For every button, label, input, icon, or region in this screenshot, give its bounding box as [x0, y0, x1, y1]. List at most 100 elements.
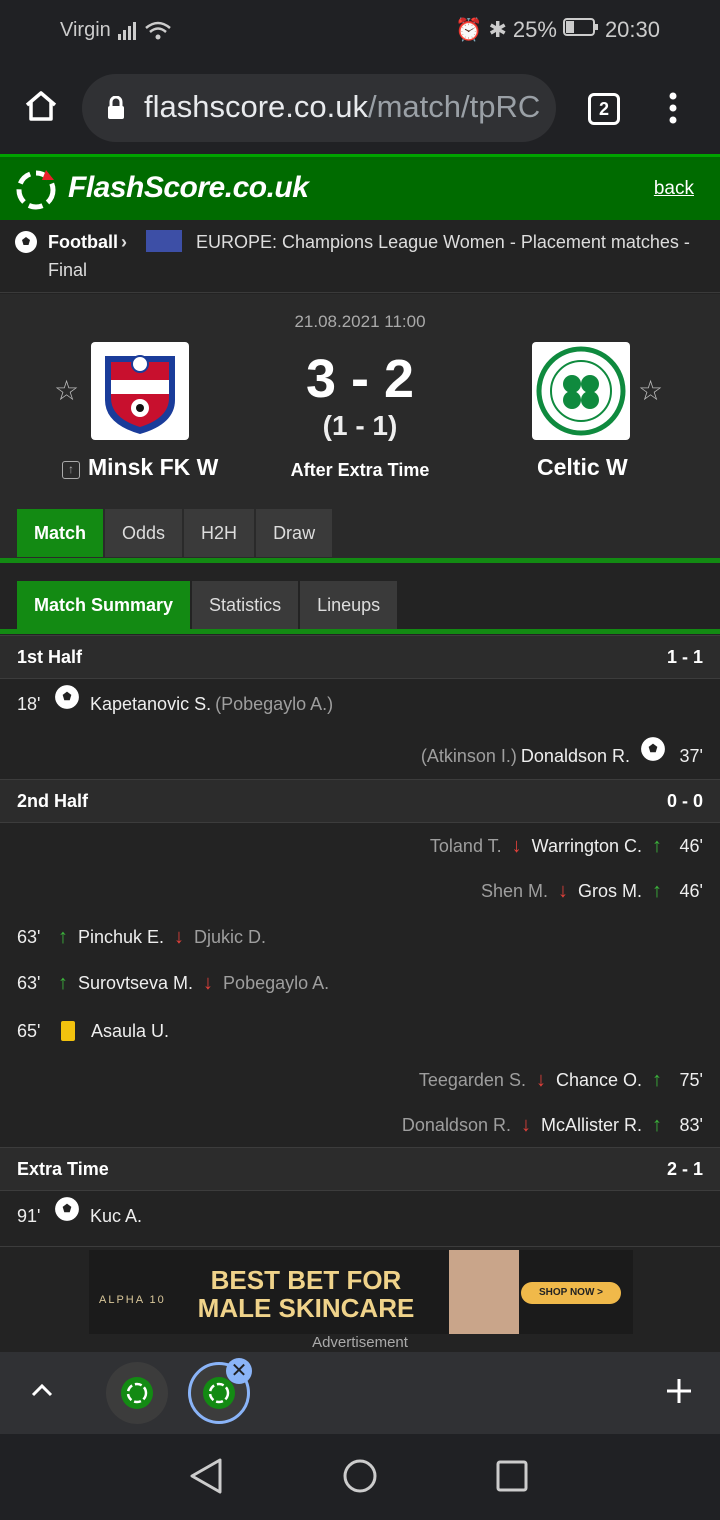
tab-thumbnail[interactable] [106, 1362, 168, 1424]
tab-switcher-button[interactable]: 2 [588, 93, 620, 125]
away-team-logo[interactable] [532, 342, 630, 440]
event-row-substitution: 63' ↑ Surovtseva M. ↓ Pobegaylo A. [0, 961, 720, 1005]
favorite-away-star-icon[interactable]: ☆ [638, 374, 663, 407]
chevron-right-icon: › [121, 232, 127, 252]
more-menu-icon[interactable] [668, 92, 678, 129]
match-tabs: Match Odds H2H Draw [17, 509, 333, 557]
tab-odds[interactable]: Odds [105, 509, 183, 557]
goal-ball-icon [640, 734, 666, 778]
event-row-substitution: Shen M. ↓ Gros M. ↑ 46' [0, 869, 720, 913]
away-team-name[interactable]: Celtic W [537, 454, 628, 481]
sub-out-player[interactable]: Toland T. [430, 824, 502, 868]
event-assist[interactable]: (Pobegaylo A.) [215, 682, 333, 726]
event-player[interactable]: Kapetanovic S. [90, 682, 211, 726]
section-header: 1st Half 1 - 1 [0, 635, 720, 679]
ad-model-image [449, 1250, 519, 1334]
advertisement-label: Advertisement [312, 1334, 408, 1351]
sub-in-player[interactable]: Pinchuk E. [78, 915, 164, 959]
tab-h2h[interactable]: H2H [184, 509, 255, 557]
breadcrumb: EUROPE: Champions League Women - Placeme… [0, 220, 720, 293]
event-minute: 63' [17, 927, 41, 947]
sub-in-player[interactable]: McAllister R. [541, 1103, 642, 1147]
event-minute: 91' [17, 1206, 41, 1226]
event-minute: 18' [17, 694, 41, 714]
europe-flag-icon [146, 230, 182, 252]
arrow-down-icon: ↓ [535, 1069, 546, 1091]
sub-in-player[interactable]: Chance O. [556, 1058, 642, 1102]
back-link[interactable]: back [654, 178, 694, 200]
event-row-yellow-card: 65' Asaula U. [0, 1009, 720, 1053]
sub-out-player[interactable]: Shen M. [481, 869, 548, 913]
sub-out-player[interactable]: Pobegaylo A. [223, 961, 329, 1005]
arrow-down-icon: ↓ [174, 926, 185, 948]
event-player[interactable]: Asaula U. [91, 1009, 169, 1053]
sub-in-player[interactable]: Warrington C. [532, 824, 642, 868]
goal-ball-icon [54, 682, 80, 726]
sub-in-player[interactable]: Gros M. [578, 869, 642, 913]
browser-tab-strip: ✕ [0, 1352, 720, 1434]
lock-icon [106, 95, 126, 125]
advertisement-banner[interactable]: ALPHA 10 BEST BET FOR MALE SKINCARE SHOP … [89, 1250, 633, 1334]
arrow-down-icon: ↓ [557, 880, 568, 902]
event-row-goal: 18' Kapetanovic S. (Pobegaylo A.) [0, 682, 720, 726]
tab-match[interactable]: Match [17, 509, 104, 557]
tabs-underline [0, 558, 720, 563]
section-score: 1 - 1 [666, 647, 703, 667]
event-player[interactable]: Kuc A. [90, 1194, 142, 1238]
ad-headline-1: BEST BET FOR [210, 1265, 402, 1295]
event-minute: 83' [679, 1115, 703, 1135]
status-bar: Virgin ⏰ ✱ 25% 20:30 [0, 0, 720, 62]
sub-out-player[interactable]: Djukic D. [194, 915, 266, 959]
section-header: Extra Time 2 - 1 [0, 1147, 720, 1191]
summary-subtabs: Match Summary Statistics Lineups [17, 581, 398, 629]
nav-home-icon[interactable] [342, 1458, 378, 1499]
url-path: /match/tpRC [368, 89, 541, 124]
clock: 20:30 [604, 17, 660, 42]
subtabs-underline [0, 629, 720, 634]
sport-link[interactable]: Football [48, 228, 118, 256]
section-title: 2nd Half [17, 791, 89, 811]
yellow-card-icon [61, 1021, 75, 1041]
chevron-up-icon[interactable] [30, 1382, 54, 1403]
event-minute: 75' [679, 1070, 703, 1090]
event-row-substitution: Teegarden S. ↓ Chance O. ↑ 75' [0, 1058, 720, 1102]
ad-shop-now-button[interactable]: SHOP NOW > [521, 1282, 621, 1304]
ad-headline-2: MALE SKINCARE [197, 1293, 415, 1323]
system-navigation-bar [0, 1434, 720, 1520]
arrow-up-icon: ↑ [652, 1114, 662, 1136]
arrow-down-icon: ↓ [520, 1114, 531, 1136]
event-player[interactable]: Donaldson R. [521, 734, 630, 778]
tab-statistics[interactable]: Statistics [192, 581, 299, 629]
new-tab-plus-icon[interactable] [664, 1376, 694, 1411]
sub-out-player[interactable]: Donaldson R. [402, 1103, 511, 1147]
flashscore-logo-icon[interactable] [14, 168, 60, 217]
sub-in-player[interactable]: Surovtseva M. [78, 961, 193, 1005]
event-row-goal: (Atkinson I.) Donaldson R. 37' [0, 734, 720, 778]
site-logo-text[interactable]: FlashScore.co.uk [68, 171, 309, 205]
battery-percent: 25% [512, 17, 557, 42]
close-tab-icon[interactable]: ✕ [226, 1358, 252, 1384]
ad-brand: ALPHA 10 [99, 1294, 166, 1306]
arrow-up-icon: ↑ [652, 1069, 662, 1091]
tab-lineups[interactable]: Lineups [300, 581, 398, 629]
nav-recents-icon[interactable] [496, 1460, 528, 1497]
address-bar[interactable]: flashscore.co.uk/match/tpRC [82, 74, 556, 142]
arrow-up-icon: ↑ [652, 835, 662, 857]
arrow-up-icon: ↑ [58, 926, 68, 948]
event-minute: 46' [679, 881, 703, 901]
arrow-down-icon: ↓ [203, 972, 214, 994]
event-minute: 63' [17, 973, 41, 993]
section-score: 2 - 1 [666, 1159, 703, 1179]
event-assist[interactable]: (Atkinson I.) [421, 734, 517, 778]
tab-draw[interactable]: Draw [256, 509, 333, 557]
home-icon[interactable] [24, 90, 58, 127]
nav-back-icon[interactable] [188, 1456, 224, 1501]
site-header: FlashScore.co.uk back [0, 154, 720, 220]
section-score: 0 - 0 [666, 791, 703, 811]
alarm-icon: ⏰ [455, 17, 483, 42]
tab-match-summary[interactable]: Match Summary [17, 581, 191, 629]
event-minute: 37' [679, 746, 703, 766]
arrow-up-icon: ↑ [652, 880, 662, 902]
arrow-up-icon: ↑ [58, 972, 68, 994]
sub-out-player[interactable]: Teegarden S. [419, 1058, 526, 1102]
